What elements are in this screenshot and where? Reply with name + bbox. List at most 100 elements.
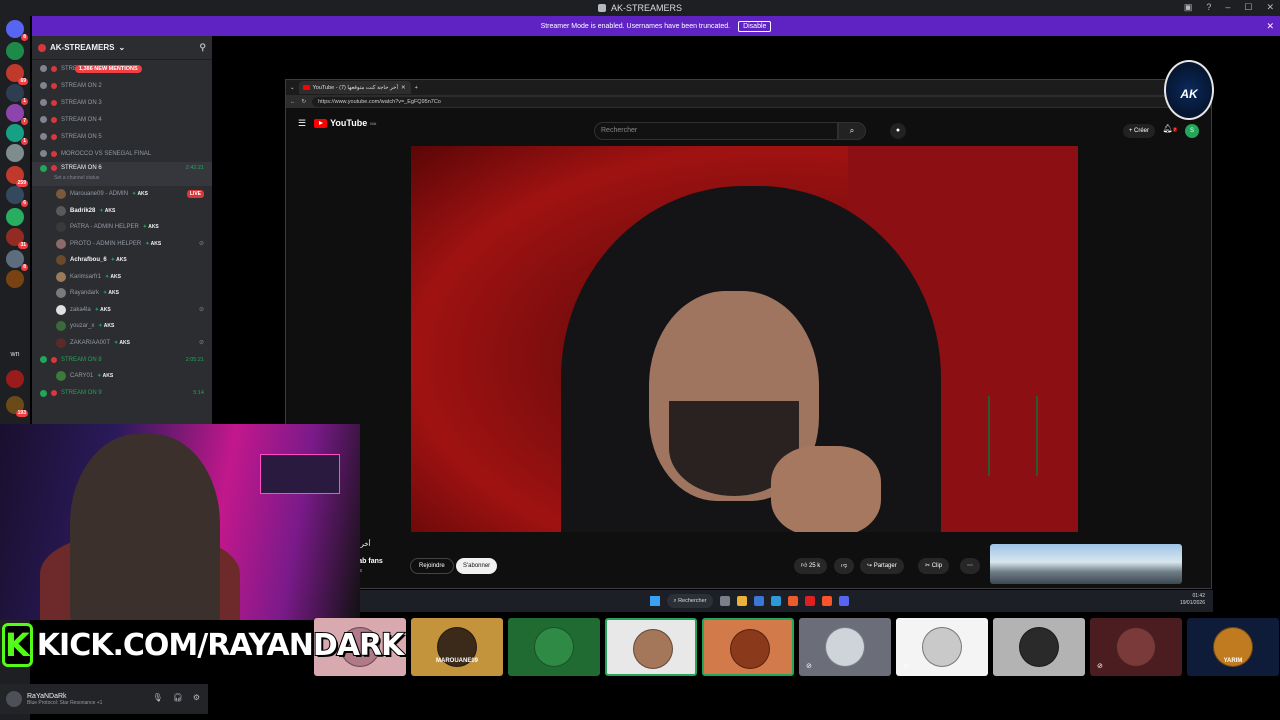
voice-member[interactable]: youzar_xAKS bbox=[32, 318, 212, 335]
voice-member[interactable]: PROTO - ADMIN HELPERAKS ⊘ bbox=[32, 236, 212, 253]
app-icon-2[interactable] bbox=[804, 596, 815, 606]
server-icon[interactable]: 193 bbox=[6, 396, 28, 417]
screen-share-browser: ⌄ YouTube - آخر حاجة كنت متوقعها (7) ✕ +… bbox=[285, 79, 1213, 612]
voice-channel[interactable]: STREAM ON 2 bbox=[32, 77, 212, 94]
server-icon[interactable]: 1 bbox=[6, 124, 28, 145]
subscribe-button[interactable]: S'abonner bbox=[456, 558, 498, 574]
server-icon[interactable]: 6 bbox=[6, 186, 28, 207]
create-button[interactable]: + Créer bbox=[1122, 124, 1155, 138]
recommended-thumbnail[interactable] bbox=[990, 544, 1182, 584]
server-icon[interactable] bbox=[6, 208, 24, 226]
voice-channel[interactable]: STREAM ON 5 bbox=[32, 128, 212, 145]
microphone-toggle-icon[interactable]: 🎙︎ bbox=[153, 693, 163, 702]
task-view-icon[interactable] bbox=[719, 596, 730, 606]
voice-channel[interactable]: STRE 1,386 NEW MENTIONS bbox=[32, 60, 212, 77]
voice-member[interactable]: Badrik28AKS bbox=[32, 203, 212, 220]
close-icon[interactable]: ✕ bbox=[1266, 21, 1274, 32]
voice-member[interactable]: ZAKARIAA00TAKS ⊘ bbox=[32, 335, 212, 352]
clip-button[interactable]: ✂ Clip bbox=[918, 558, 950, 574]
participant-tile[interactable] bbox=[993, 618, 1085, 676]
new-tab-icon[interactable]: + bbox=[415, 85, 418, 91]
server-icon[interactable] bbox=[6, 42, 24, 60]
brave-icon[interactable] bbox=[821, 596, 832, 606]
server-icon[interactable] bbox=[6, 270, 24, 288]
server-icon[interactable]: 8 bbox=[6, 20, 28, 41]
share-button[interactable]: ↪ Partager bbox=[860, 558, 904, 574]
search-input[interactable]: Rechercher bbox=[594, 122, 838, 140]
share-label: Partager bbox=[873, 563, 897, 569]
settings-gear-icon[interactable]: ⚙ bbox=[193, 693, 200, 702]
video-player[interactable] bbox=[411, 146, 1078, 532]
mention-badge[interactable]: 1,386 NEW MENTIONS bbox=[75, 64, 142, 73]
inbox-icon[interactable]: ▣ bbox=[1184, 2, 1193, 13]
participant-tile[interactable]: YARIM bbox=[1187, 618, 1279, 676]
participant-tile[interactable]: ⊘ bbox=[1090, 618, 1182, 676]
voice-member[interactable]: Karimsarfr1AKS bbox=[32, 269, 212, 286]
app-icon-1[interactable] bbox=[787, 596, 798, 606]
server-icon[interactable]: 259 bbox=[6, 166, 28, 187]
taskbar-search[interactable]: ⌕ Rechercher bbox=[667, 594, 713, 608]
close-tab-icon[interactable]: ✕ bbox=[401, 85, 406, 91]
headphones-icon[interactable]: 🎧︎ bbox=[173, 693, 183, 702]
server-icon[interactable] bbox=[6, 144, 24, 162]
participant-tile[interactable] bbox=[702, 618, 794, 676]
server-icon[interactable]: 31 bbox=[6, 228, 28, 249]
notifications-icon[interactable]: 🔔︎7 bbox=[1163, 124, 1177, 133]
help-icon[interactable]: ? bbox=[1206, 2, 1211, 13]
user-avatar[interactable] bbox=[6, 691, 22, 707]
disable-button[interactable]: Disable bbox=[738, 20, 772, 32]
participant-tile[interactable]: ⊘ bbox=[799, 618, 891, 676]
voice-member[interactable]: PATRA - ADMIN HELPER AKS bbox=[32, 219, 212, 236]
close-button[interactable]: ✕ bbox=[1266, 2, 1274, 13]
taskbar-clock[interactable]: 01:42 19/01/2026 bbox=[1180, 593, 1205, 607]
minimize-button[interactable]: – bbox=[1225, 2, 1230, 13]
maximize-button[interactable]: ☐ bbox=[1244, 2, 1252, 13]
server-icon[interactable] bbox=[6, 370, 24, 388]
like-button[interactable]: 👍︎ 25 k bbox=[794, 558, 828, 574]
add-member-icon[interactable]: ⚲ bbox=[199, 42, 206, 53]
channel-name: STREAM ON 2 bbox=[61, 82, 102, 89]
server-icon[interactable]: 1 bbox=[6, 84, 28, 105]
user-info[interactable]: RaYaNDaRk Blue Protocol: Star Resonance … bbox=[27, 693, 102, 706]
voice-channel-active[interactable]: STREAM ON 6 2:42:21 Set a channel status bbox=[32, 162, 212, 186]
voice-member[interactable]: Marouane09 - ADMINAKS LIVE bbox=[32, 186, 212, 203]
tab-youtube[interactable]: YouTube - آخر حاجة كنت متوقعها (7) ✕ bbox=[298, 81, 411, 94]
server-icon[interactable]: 69 bbox=[6, 64, 28, 85]
member-name: youzar_x bbox=[70, 323, 95, 330]
voice-member[interactable]: zaka4la AKS ⊘ bbox=[32, 302, 212, 319]
dislike-button[interactable]: 👎︎ bbox=[834, 558, 855, 574]
youtube-logo[interactable]: YouTube MA bbox=[314, 118, 376, 128]
voice-channel[interactable]: STREAM ON 3 bbox=[32, 94, 212, 111]
participant-tile[interactable] bbox=[605, 618, 697, 676]
channel-status[interactable]: Set a channel status bbox=[54, 175, 99, 181]
voice-channel[interactable]: MOROCCO VS SENEGAL FINAL bbox=[32, 145, 212, 162]
voice-member[interactable]: RayandarkAKS bbox=[32, 285, 212, 302]
voice-channel[interactable]: STREAM ON 9 5:14 bbox=[32, 385, 212, 402]
voice-member[interactable]: Achrafbou_6 AKS bbox=[32, 252, 212, 269]
voice-member[interactable]: CARY01AKS bbox=[32, 368, 212, 385]
microphone-icon[interactable]: ● bbox=[890, 123, 906, 139]
voice-channel[interactable]: STREAM ON 4 bbox=[32, 111, 212, 128]
server-header[interactable]: AK-STREAMERS ⌄ ⚲ bbox=[32, 36, 212, 60]
back-icon[interactable]: ← bbox=[290, 99, 296, 105]
refresh-icon[interactable]: ↻ bbox=[302, 99, 307, 105]
windows-start-icon[interactable] bbox=[650, 596, 661, 606]
file-explorer-icon[interactable] bbox=[736, 596, 747, 606]
participant-tile[interactable]: MAROUANE09 bbox=[411, 618, 503, 676]
more-button[interactable]: ⋯ bbox=[960, 558, 980, 574]
participant-tile[interactable] bbox=[508, 618, 600, 676]
edge-icon[interactable] bbox=[770, 596, 781, 606]
server-icon[interactable]: 7 bbox=[6, 104, 28, 125]
join-button[interactable]: Rejoindre bbox=[410, 558, 454, 574]
discord-taskbar-icon[interactable] bbox=[838, 596, 849, 606]
address-bar[interactable]: https://www.youtube.com/watch?v=_EgFQ95n… bbox=[312, 96, 1196, 107]
tab-menu-icon[interactable]: ⌄ bbox=[290, 85, 295, 91]
server-icon[interactable]: 8 bbox=[6, 250, 28, 271]
menu-icon[interactable]: ☰ bbox=[298, 118, 306, 129]
server-text-icon[interactable]: wn bbox=[6, 346, 24, 364]
store-icon[interactable] bbox=[753, 596, 764, 606]
account-avatar[interactable]: S bbox=[1185, 124, 1199, 138]
participant-tile[interactable]: ⊘ bbox=[896, 618, 988, 676]
search-button[interactable]: ⌕ bbox=[838, 122, 866, 140]
voice-channel[interactable]: STREAM ON 8 2:05:21 bbox=[32, 351, 212, 368]
